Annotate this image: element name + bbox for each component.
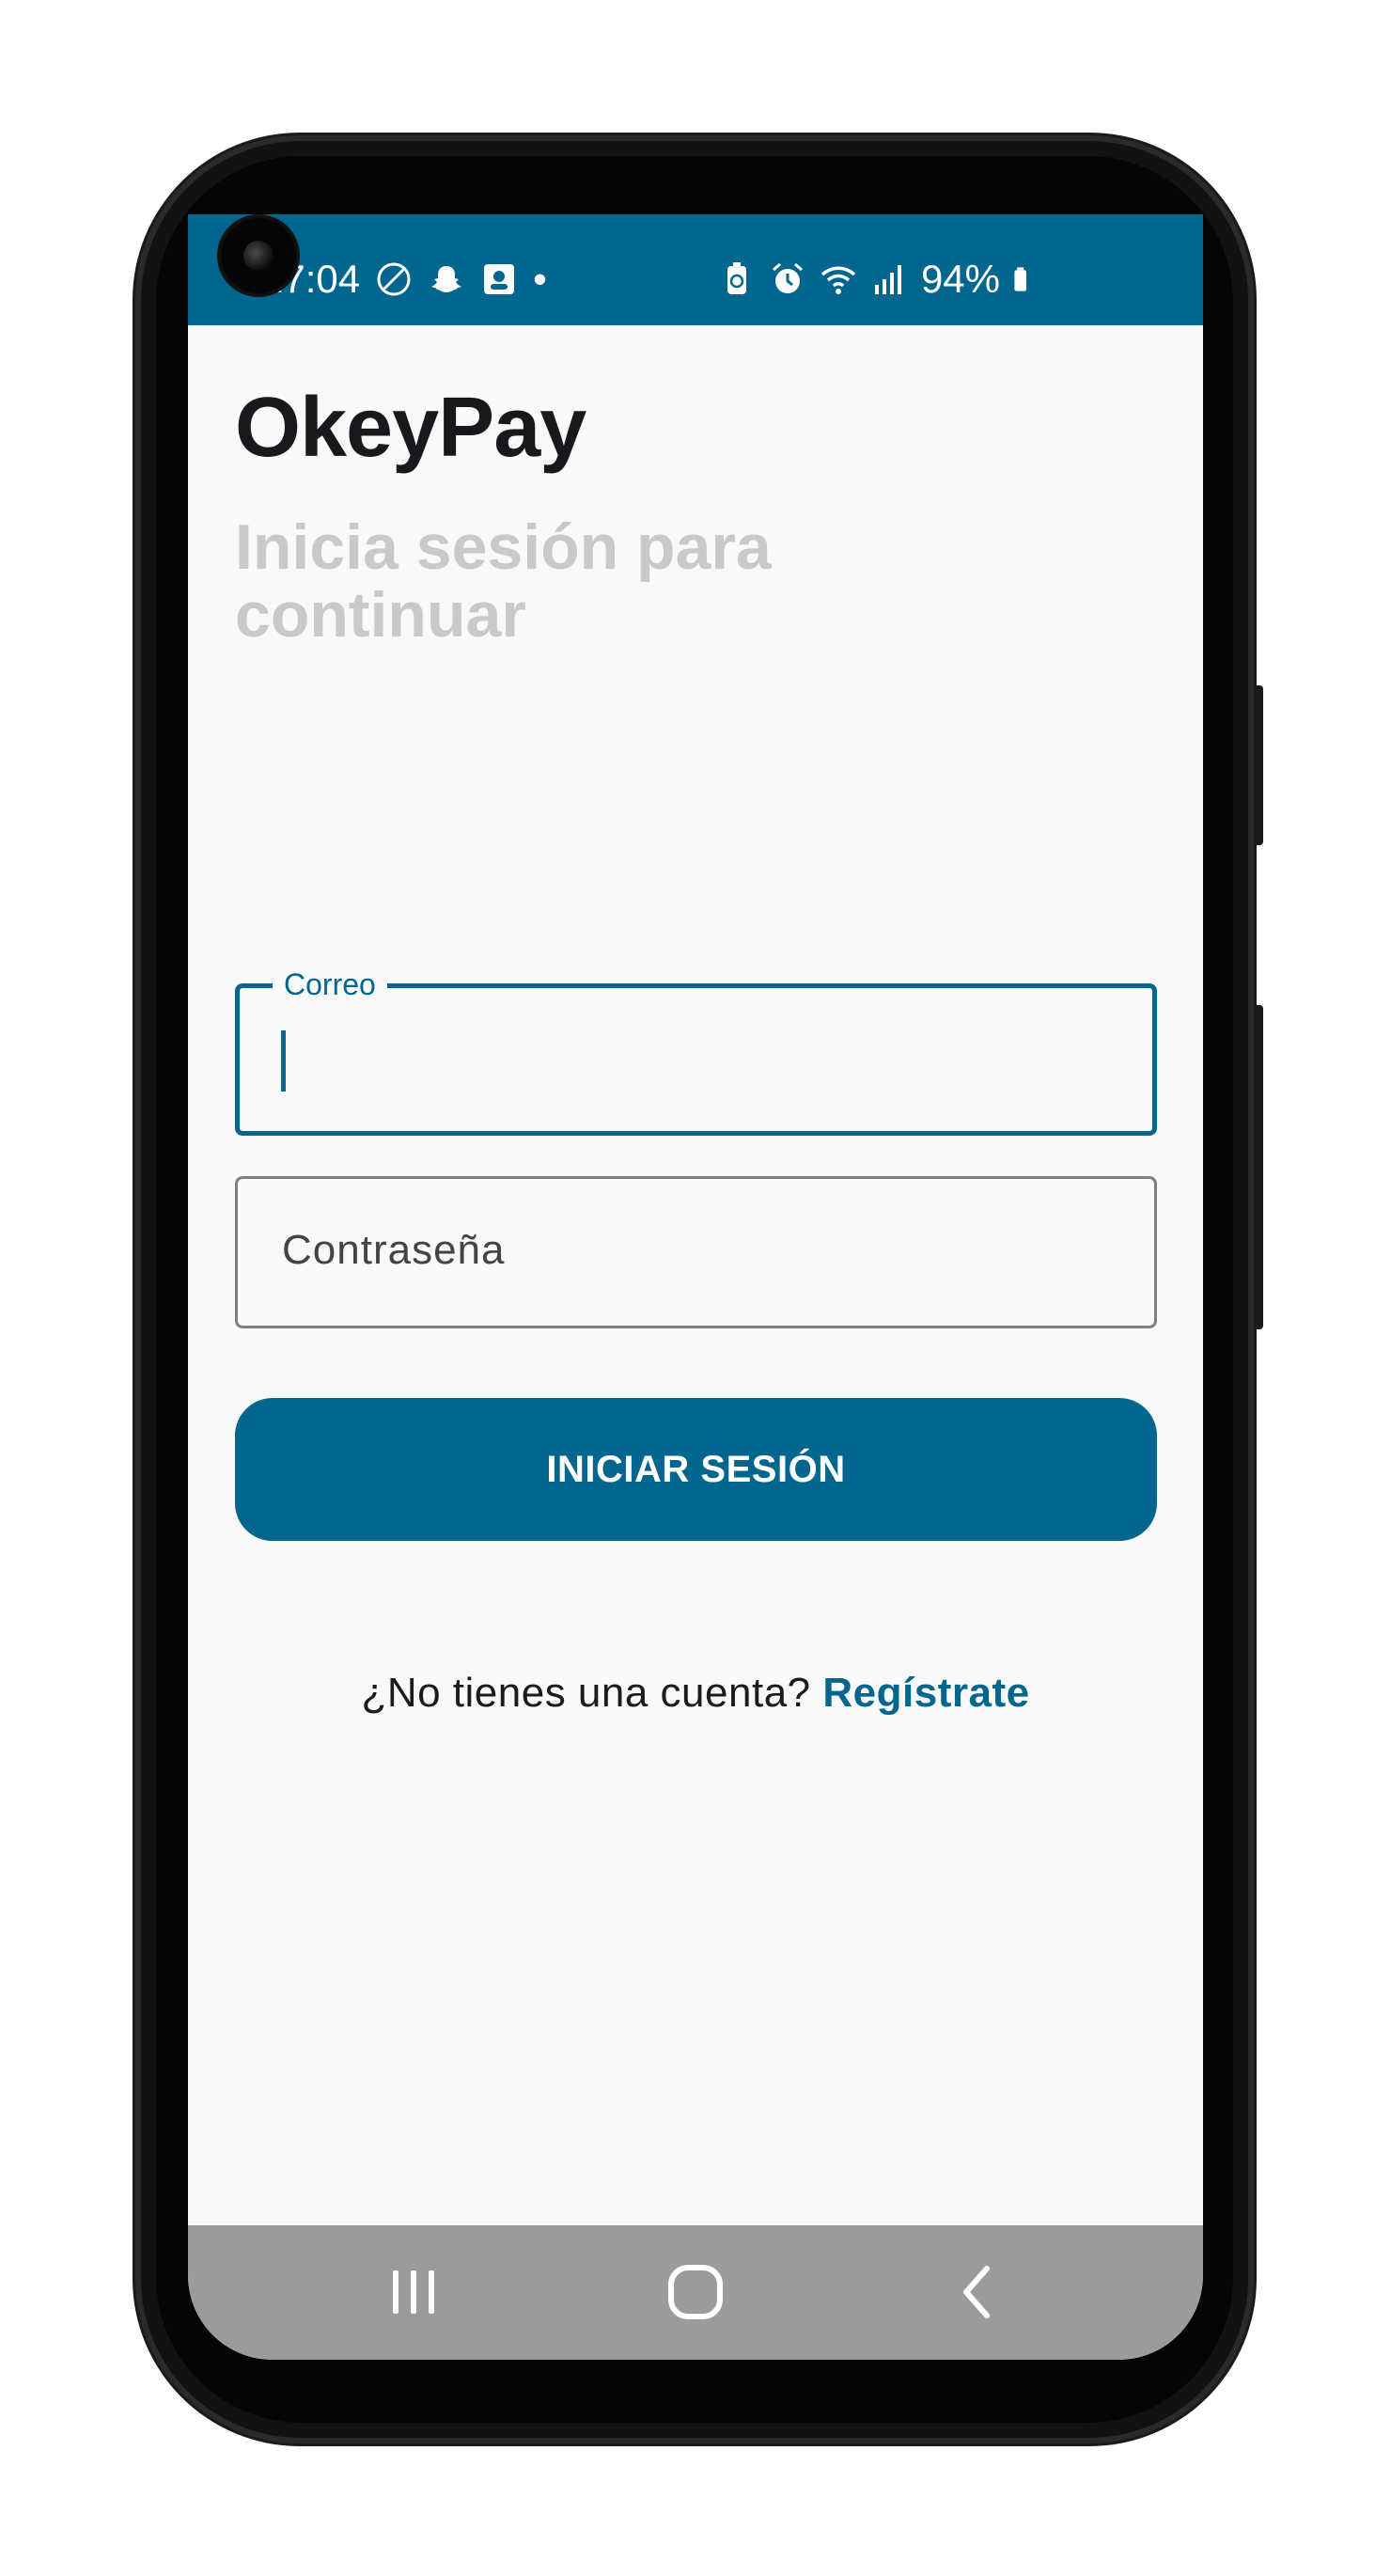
contact-card-icon [484,264,515,294]
snapchat-icon [431,266,462,292]
phone-screen: 17:04 • 94% OkeyPay Inicia sesión para c… [188,214,1203,2360]
volume-button [1254,1005,1263,1329]
battery-percentage: 94% [920,257,1000,301]
text-cursor [281,1030,286,1092]
status-bar-left: 17:04 • [261,257,547,302]
login-subtitle: Inicia sesión para continuar [235,511,772,651]
signup-prompt-text: ¿No tienes una cuenta? [361,1670,823,1716]
email-field[interactable]: Correo [235,967,1157,1136]
do-not-disturb-icon [377,262,411,296]
front-camera [221,218,296,293]
power-button [1254,685,1263,845]
status-dot: • [533,257,547,301]
app-title: OkeyPay [235,381,586,475]
password-placeholder: Contraseña [282,1227,506,1273]
password-field[interactable]: Contraseña [235,1176,1157,1328]
email-field-label: Correo [273,967,387,1002]
login-button[interactable]: INICIAR SESIÓN [235,1398,1157,1541]
battery-saver-icon [727,262,746,294]
battery-icon [1014,267,1026,291]
back-icon[interactable] [940,2261,1015,2323]
recents-icon[interactable] [376,2261,451,2323]
status-bar: 17:04 • 94% [188,214,1203,325]
status-bar-right: 94% [718,257,1039,302]
login-button-label: INICIAR SESIÓN [546,1448,846,1490]
alarm-icon [772,262,803,293]
signal-icon [874,265,901,294]
signup-link[interactable]: Regístrate [822,1670,1029,1716]
home-icon[interactable] [658,2261,733,2323]
signup-prompt: ¿No tienes una cuenta? Regístrate [188,1670,1203,1717]
wifi-icon [821,266,856,294]
navigation-bar [188,2225,1203,2360]
